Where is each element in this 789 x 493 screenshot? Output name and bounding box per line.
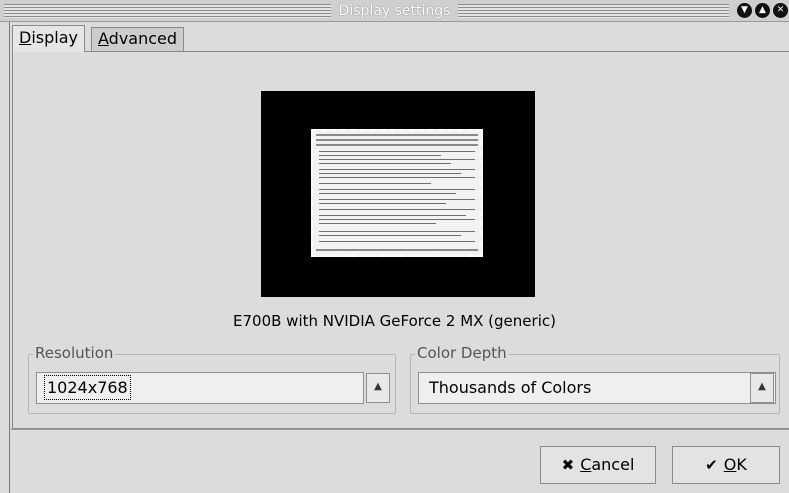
resolution-select[interactable]: 1024x768 <box>36 372 364 404</box>
tab-advanced[interactable]: Advanced <box>91 27 185 51</box>
color-depth-select[interactable]: Thousands of Colors <box>418 372 776 404</box>
tab-display-mnemonic: D <box>19 28 32 47</box>
cancel-label: ancel <box>591 455 635 474</box>
tab-advanced-label: dvanced <box>108 29 178 48</box>
color-depth-value: Thousands of Colors <box>429 378 592 397</box>
button-separator <box>9 429 789 430</box>
tab-advanced-mnemonic: A <box>98 29 109 48</box>
tab-display-label: isplay <box>31 28 78 47</box>
minimize-icon[interactable]: ▼ <box>737 3 752 18</box>
monitor-caption: E700B with NVIDIA GeForce 2 MX (generic) <box>233 312 556 330</box>
cancel-x-icon: ✖ <box>561 456 575 474</box>
resolution-label: Resolution <box>33 344 116 362</box>
ok-mnemonic: O <box>723 455 737 474</box>
cancel-mnemonic: C <box>580 455 592 474</box>
resolution-dropdown-button[interactable]: ▲ <box>366 373 390 403</box>
cancel-button[interactable]: ✖ Cancel <box>540 446 656 484</box>
monitor-screen-preview <box>311 129 483 257</box>
ok-button[interactable]: ✔ OK <box>672 446 780 484</box>
chevron-down-icon: ▲ <box>374 381 382 392</box>
window-titlebar[interactable]: Display settings ▼ ▲ ✕ <box>0 0 789 22</box>
tab-display[interactable]: Display <box>12 25 85 52</box>
color-depth-dropdown-button[interactable]: ▲ <box>750 373 774 403</box>
close-icon[interactable]: ✕ <box>773 3 788 18</box>
checkmark-icon: ✔ <box>705 456 718 474</box>
monitor-preview <box>261 91 535 297</box>
ok-label: K <box>736 455 747 474</box>
resolution-value: 1024x768 <box>44 375 131 400</box>
color-depth-label: Color Depth <box>415 344 509 362</box>
chevron-down-icon: ▲ <box>758 381 766 392</box>
maximize-icon[interactable]: ▲ <box>755 3 770 18</box>
window-title: Display settings <box>330 2 459 20</box>
